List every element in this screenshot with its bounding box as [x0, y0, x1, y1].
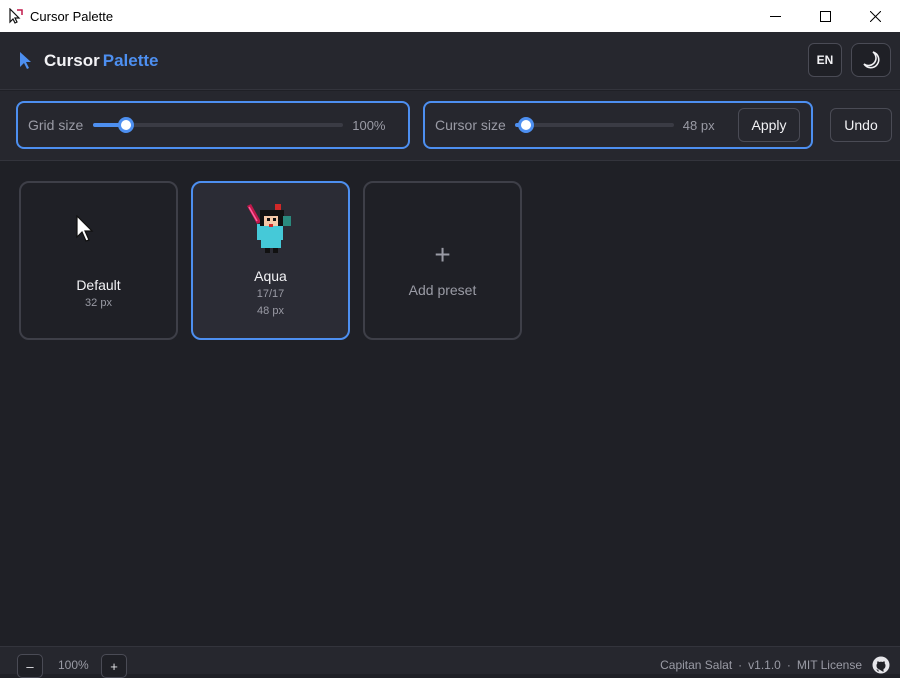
- undo-button[interactable]: Undo: [830, 108, 892, 142]
- plus-icon: +: [434, 239, 451, 270]
- footer-info: Capitan Salat · v1.1.0 · MIT License: [660, 658, 862, 672]
- preset-name: Default: [76, 277, 121, 293]
- preset-card-default[interactable]: Default 32 px: [19, 181, 178, 340]
- cursor-size-label: Cursor size: [435, 117, 506, 133]
- add-preset-label: Add preset: [408, 282, 477, 298]
- cursor-size-slider[interactable]: [514, 117, 674, 133]
- preset-name: Aqua: [254, 268, 287, 284]
- minimize-icon: [769, 15, 781, 17]
- version-label: v1.1.0: [748, 658, 781, 672]
- separator: ·: [786, 658, 791, 672]
- maximize-button[interactable]: [800, 0, 850, 32]
- preset-size: 32 px: [85, 297, 112, 309]
- aqua-cursor-sprite-icon: [247, 204, 291, 253]
- window-title: Cursor Palette: [30, 8, 114, 24]
- close-button[interactable]: [850, 0, 900, 32]
- preset-size: 48 px: [257, 305, 284, 317]
- zoom-out-button[interactable]: –: [17, 654, 43, 678]
- grid-size-slider[interactable]: [93, 117, 344, 133]
- app-header: Cursor Palette EN: [0, 32, 900, 90]
- maximize-icon: [819, 10, 831, 22]
- zoom-in-button[interactable]: +: [101, 654, 127, 678]
- preset-count: 17/17: [256, 288, 285, 300]
- github-icon[interactable]: [872, 656, 890, 674]
- status-footer: – 100% + Capitan Salat · v1.1.0 · MIT Li…: [0, 646, 900, 678]
- brand-name-cursor: Cursor: [44, 51, 100, 70]
- cursor-size-panel: Cursor size 48 px Apply: [423, 101, 813, 149]
- apply-button[interactable]: Apply: [738, 108, 800, 142]
- app-icon: [9, 8, 23, 24]
- pointer-icon: [20, 52, 31, 69]
- cursor-size-value: 48 px: [682, 117, 715, 133]
- title-bar: Cursor Palette: [0, 0, 900, 32]
- grid-size-label: Grid size: [28, 117, 84, 133]
- controls-bar: Grid size 100% Cursor size 48 px Apply U…: [0, 91, 900, 161]
- cursor-size-thumb[interactable]: [517, 117, 534, 133]
- cursor-size-track: [514, 123, 674, 127]
- grid-size-value: 100%: [352, 117, 386, 133]
- preset-card-aqua[interactable]: Aqua 17/17 48 px: [191, 181, 350, 340]
- zoom-level: 100%: [58, 658, 89, 672]
- brand-name-palette: Palette: [102, 51, 159, 70]
- add-preset-card[interactable]: + Add preset: [363, 181, 522, 340]
- license-link[interactable]: MIT License: [797, 658, 862, 672]
- close-icon: [869, 10, 881, 22]
- separator: ·: [738, 658, 743, 672]
- grid-size-panel: Grid size 100%: [16, 101, 410, 149]
- moon-icon: [863, 51, 880, 69]
- brand-logo: Cursor Palette: [18, 51, 158, 71]
- author-link[interactable]: Capitan Salat: [660, 658, 732, 672]
- minimize-button[interactable]: [750, 0, 800, 32]
- language-button[interactable]: EN: [808, 43, 842, 77]
- theme-toggle-button[interactable]: [851, 43, 891, 77]
- cursor-arrow-icon: [76, 215, 94, 242]
- grid-size-thumb[interactable]: [118, 117, 135, 133]
